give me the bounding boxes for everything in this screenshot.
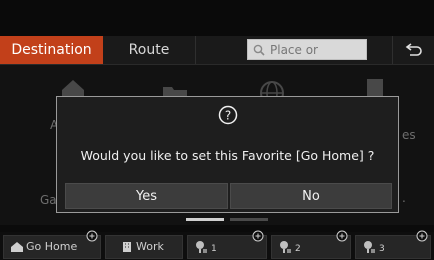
menu-label-right-top: es	[402, 128, 416, 142]
favorite-go-home[interactable]: Go Home	[3, 230, 101, 259]
favorite-label: 1	[211, 244, 217, 254]
tab-route[interactable]: Route	[104, 36, 194, 64]
no-button[interactable]: No	[230, 183, 392, 209]
favorite-label: 3	[379, 244, 385, 254]
search-icon	[253, 44, 265, 56]
status-strip	[0, 0, 434, 36]
page-dot-active	[186, 218, 224, 221]
favorite-3[interactable]: 3	[355, 230, 431, 259]
favorite-label: 2	[295, 244, 301, 254]
favorite-work[interactable]: Work	[105, 235, 183, 259]
pin-icon	[364, 241, 375, 253]
pin-icon	[196, 241, 207, 253]
back-icon	[405, 43, 422, 56]
yes-button[interactable]: Yes	[65, 183, 228, 209]
building-icon	[123, 242, 131, 252]
add-icon	[416, 230, 428, 242]
pin-icon	[280, 241, 291, 253]
menu-label-left-bottom: Ga	[40, 193, 57, 207]
favorite-label: Work	[136, 240, 164, 253]
back-button[interactable]	[392, 36, 434, 64]
search-input[interactable]: Place or Address	[247, 39, 367, 78]
add-icon	[86, 230, 98, 242]
favorite-2[interactable]: 2	[271, 230, 351, 259]
dialog-message: Would you like to set this Favorite [Go …	[80, 148, 375, 163]
favorite-label: Go Home	[26, 240, 78, 253]
question-icon: ?	[218, 105, 238, 125]
add-icon	[336, 230, 348, 242]
menu-label-right-bottom: .	[402, 191, 406, 205]
page-indicator	[186, 218, 268, 221]
favorite-confirm-dialog: ? Would you like to set this Favorite [G…	[56, 96, 399, 213]
favorites-bar: Go Home Work 1 2 3	[0, 230, 434, 260]
add-icon	[252, 230, 264, 242]
navigation-screen: Destination Route Place or Address	[0, 0, 434, 260]
home-icon	[11, 242, 23, 252]
svg-text:?: ?	[225, 109, 231, 123]
favorite-1[interactable]: 1	[187, 230, 267, 259]
tab-destination[interactable]: Destination	[0, 36, 103, 64]
page-dot-inactive	[230, 218, 268, 221]
tab-blank	[195, 36, 246, 64]
tab-bar: Destination Route Place or Address	[0, 36, 434, 78]
